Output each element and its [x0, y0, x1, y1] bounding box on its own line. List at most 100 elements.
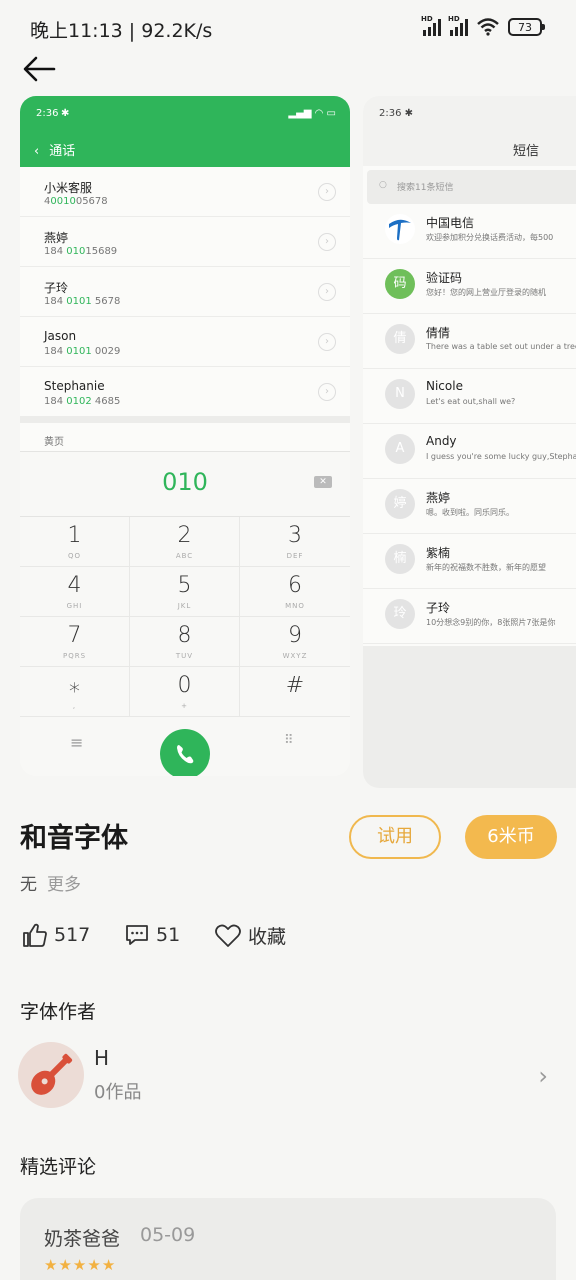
- contact-name: 小米客服: [44, 181, 93, 195]
- contact-avatar: 倩: [385, 324, 415, 354]
- message-preview: 您好！您的网上营业厅登录的随机: [426, 288, 546, 297]
- key-letters: QO: [67, 552, 82, 560]
- message-sender: Andy: [426, 434, 457, 448]
- key-letters: PQRS: [62, 652, 87, 660]
- keypad-key: 4 GHI: [20, 567, 130, 617]
- contact-row: Stephanie 184 0102 4685 ›: [20, 367, 350, 417]
- back-arrow-icon[interactable]: [22, 54, 56, 84]
- contact-phone: 184 01015689: [44, 246, 118, 257]
- key-digit: 2: [177, 523, 192, 548]
- message-preview: There was a table set out under a tree i…: [426, 342, 576, 351]
- keypad-key: 9 WXYZ: [240, 617, 350, 667]
- more-link[interactable]: 更多: [47, 875, 81, 895]
- message-row: 婷燕婷 嗯。收到啦。同乐同乐。: [363, 479, 576, 534]
- comment-button[interactable]: 51: [124, 922, 180, 948]
- contact-list: 小米客服 4001005678 › 燕婷 184 01015689 › 子玲 184 0101…: [20, 167, 350, 417]
- battery-icon: 73: [508, 18, 545, 36]
- phone-icon: [177, 745, 194, 764]
- search-icon: ○: [379, 180, 387, 190]
- message-list: 中国电信 欢迎参加积分兑换话费活动，每500 码验证码 您好！您的网上营业厅登录的随机…: [363, 204, 576, 644]
- key-digit: ⁎: [69, 673, 80, 698]
- contact-avatar: N: [385, 379, 415, 409]
- author-row[interactable]: H 0作品 ›: [18, 1042, 558, 1108]
- menu-icon: ≡: [70, 733, 84, 752]
- keypad-key: 2 ABC: [130, 517, 240, 567]
- preview-dialer-screenshot[interactable]: 2:36 ✱ ▂▄▆ ◠ ▭ ‹ 通话 小米客服 4001005678 › 燕婷 184 …: [20, 96, 350, 776]
- contact-name: Stephanie: [44, 379, 105, 393]
- message-row: 楠紫楠新年的祝福数不胜数，新年的愿望: [363, 534, 576, 589]
- contact-phone: 184 0101 0029: [44, 346, 121, 357]
- keypad-key: 0 +: [130, 667, 240, 717]
- star-icon: ★: [72, 1256, 88, 1274]
- key-digit: #: [285, 673, 305, 698]
- wifi-icon: [477, 18, 499, 36]
- chevron-right-icon: ›: [318, 233, 336, 251]
- message-preview: Let's eat out,shall we?: [426, 397, 516, 406]
- favorite-button[interactable]: 收藏: [214, 922, 286, 949]
- key-letters: MNO: [285, 602, 305, 610]
- dial-entry: 010 ✕: [20, 451, 350, 517]
- key-digit: 1: [67, 523, 82, 548]
- review-user: 奶茶爸爸: [44, 1228, 121, 1250]
- author-section-title: 字体作者: [20, 1001, 97, 1023]
- message-preview: 新年的祝福数不胜数，新年的愿望: [426, 563, 546, 572]
- key-digit: 9: [288, 623, 302, 648]
- message-sender: 紫楠: [426, 546, 451, 560]
- contact-phone: 184 0101 5678: [44, 296, 121, 307]
- font-description: 无更多: [20, 875, 81, 895]
- review-card[interactable]: 奶茶爸爸 05-09 ★★★★★: [20, 1198, 556, 1280]
- contact-avatar: A: [385, 434, 415, 464]
- chevron-right-icon: ›: [538, 1062, 548, 1090]
- like-button[interactable]: 517: [22, 922, 90, 948]
- message-sender: 验证码: [426, 271, 463, 285]
- chevron-right-icon: ›: [318, 183, 336, 201]
- star-icon: ★: [87, 1256, 102, 1274]
- keypad-key: 8 TUV: [130, 617, 240, 667]
- contact-row: 燕婷 184 01015689 ›: [20, 217, 350, 267]
- message-sender: Nicole: [426, 379, 463, 393]
- status-icons-mini: ▂▄▆ ◠ ▭: [288, 108, 336, 119]
- contact-avatar: 码: [385, 269, 415, 299]
- keypad-key: 5 JKL: [130, 567, 240, 617]
- contact-row: 子玲 184 0101 5678 ›: [20, 267, 350, 317]
- try-button[interactable]: 试用: [349, 815, 441, 859]
- buy-button[interactable]: 6米币: [465, 815, 557, 859]
- chevron-right-icon: ›: [318, 333, 336, 351]
- contact-name: Jason: [44, 329, 77, 343]
- star-rating: ★★★★★: [44, 1256, 116, 1274]
- chevron-right-icon: ›: [318, 383, 336, 401]
- key-digit: 7: [67, 623, 82, 648]
- key-letters: GHI: [66, 602, 83, 610]
- dialpad-icon: ⠿: [284, 733, 294, 748]
- call-button: [160, 729, 210, 776]
- message-preview: I guess you're some lucky guy,Stephanie …: [426, 452, 576, 461]
- chevron-right-icon: ›: [318, 283, 336, 301]
- contact-name: 子玲: [44, 281, 69, 295]
- bluetooth-icon: ✱: [61, 108, 70, 119]
- key-letters: JKL: [177, 602, 192, 610]
- contact-phone: 4001005678: [44, 196, 108, 207]
- message-row: N Nicole Let's eat out,shall we?: [363, 369, 576, 424]
- key-letters: WXYZ: [282, 652, 308, 660]
- review-date: 05-09: [140, 1224, 196, 1246]
- message-row: A Andy I guess you're some lucky guy,Steph…: [363, 424, 576, 479]
- contact-row: Jason 184 0101 0029 ›: [20, 317, 350, 367]
- contact-row: 小米客服 4001005678 ›: [20, 167, 350, 217]
- message-sender: 子玲: [426, 601, 451, 615]
- guitar-icon: [31, 1053, 73, 1095]
- author-works-count: 0作品: [94, 1082, 142, 1103]
- keypad: 1 QO 2 ABC 3 DEF 4 GHI 5 JKL 6 MNO 7 PQRS 8 TUV 9 WXYZ ⁎, 0…: [20, 517, 350, 717]
- entered-number: 010: [162, 468, 208, 496]
- preview-sms-screenshot[interactable]: 2:36 ✱ 短信 ○ 搜索11条短信 中国电信 欢迎参加积分兑换话费活动，每50…: [363, 96, 576, 788]
- star-icon: ★: [58, 1256, 73, 1274]
- key-digit: 8: [177, 623, 192, 648]
- status-icons: HD HD 73: [421, 15, 545, 36]
- key-digit: 0: [177, 673, 192, 698]
- dialer-bottom-bar: ≡ ⠿: [20, 719, 350, 776]
- keypad-key: 6 MNO: [240, 567, 350, 617]
- star-icon: ★: [44, 1256, 59, 1274]
- contact-avatar: 楠: [385, 544, 415, 574]
- signal-2-icon: HD: [448, 15, 468, 36]
- key-letters: +: [181, 702, 188, 710]
- sms-header: 2:36 ✱ 短信: [363, 96, 576, 166]
